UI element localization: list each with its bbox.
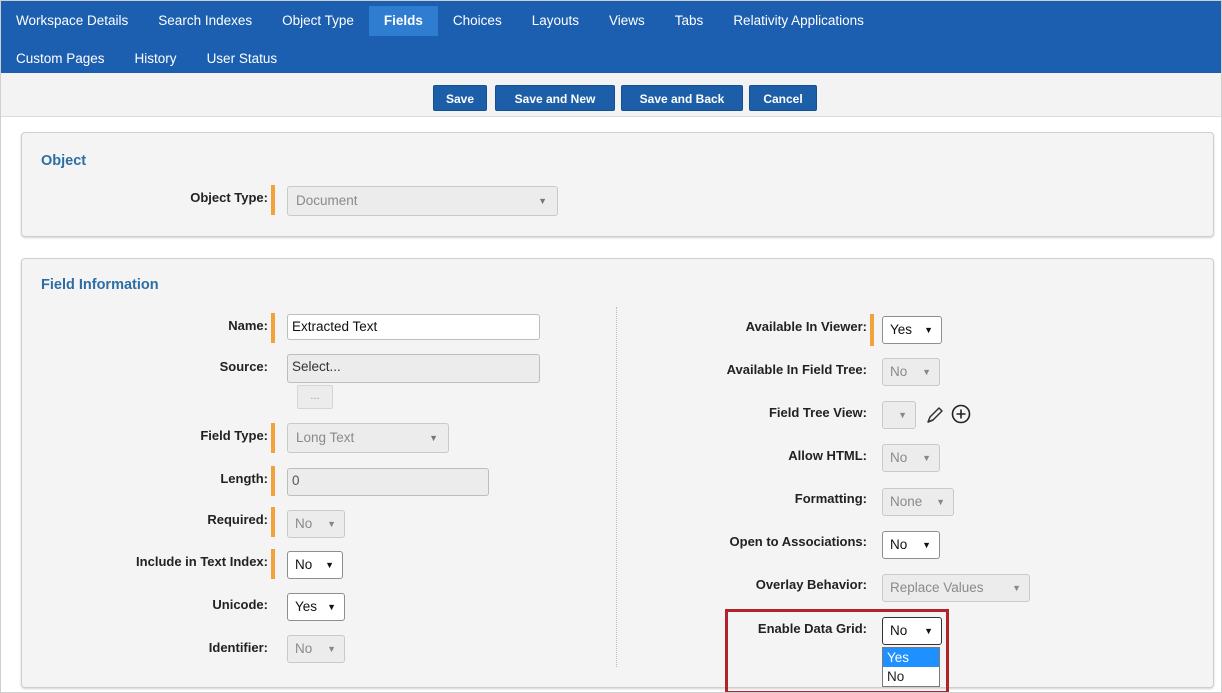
tab-layouts[interactable]: Layouts [517,6,594,36]
chevron-down-icon: ▼ [922,453,931,463]
allow-html-value: No [890,450,908,465]
chevron-down-icon: ▼ [924,325,933,335]
save-and-new-button[interactable]: Save and New [495,85,615,111]
required-value: No [295,516,313,531]
overlay-behavior-label: Overlay Behavior: [755,577,867,592]
column-divider [616,307,617,667]
allow-html-label: Allow HTML: [788,448,867,463]
chevron-down-icon: ▼ [327,644,336,654]
open-to-associations-select[interactable]: No ▼ [882,531,940,559]
nav-row-1: Workspace Details Search Indexes Object … [1,6,879,36]
required-marker [271,466,275,496]
highlight-annotation [725,609,949,692]
available-in-viewer-label: Available In Viewer: [745,319,867,334]
field-type-label: Field Type: [200,428,268,443]
source-label: Source: [219,359,268,374]
length-label: Length: [220,471,268,486]
source-field: Select... [287,354,540,383]
chevron-down-icon: ▼ [429,433,438,443]
available-in-viewer-select[interactable]: Yes ▼ [882,316,942,344]
field-information-panel: Field Information Name: Extracted Text S… [21,258,1214,688]
chevron-down-icon: ▼ [538,196,547,206]
include-text-index-label: Include in Text Index: [136,554,268,569]
required-marker [271,507,275,537]
field-type-value: Long Text [296,430,355,445]
allow-html-select: No ▼ [882,444,940,472]
identifier-label: Identifier: [208,640,268,655]
chevron-down-icon: ▼ [327,602,336,612]
chevron-down-icon: ▼ [1012,583,1021,593]
tab-views[interactable]: Views [594,6,660,36]
required-label: Required: [207,512,268,527]
required-marker [271,313,275,343]
page-frame: Workspace Details Search Indexes Object … [0,0,1222,693]
unicode-value: Yes [295,599,318,614]
object-type-label: Object Type: [190,190,268,205]
required-select: No ▼ [287,510,345,538]
unicode-label: Unicode: [212,597,268,612]
field-tree-view-select: ▼ [882,401,916,429]
object-panel: Object Object Type: Document ▼ [21,132,1214,237]
formatting-value: None [890,494,923,509]
unicode-select[interactable]: Yes ▼ [287,593,345,621]
add-circle-icon[interactable] [950,403,972,425]
length-field: 0 [287,468,489,496]
cancel-button[interactable]: Cancel [749,85,817,111]
open-to-associations-label: Open to Associations: [729,534,867,549]
formatting-label: Formatting: [794,491,867,506]
chevron-down-icon: ▼ [922,540,931,550]
field-type-select: Long Text ▼ [287,423,449,453]
identifier-value: No [295,641,313,656]
object-type-value: Document [296,193,358,208]
object-panel-title: Object [41,153,87,169]
required-marker [870,314,874,346]
pencil-icon[interactable] [924,404,946,426]
required-marker [271,549,275,579]
action-bar: Save Save and New Save and Back Cancel [1,73,1221,117]
available-in-viewer-value: Yes [890,322,913,337]
chevron-down-icon: ▼ [898,410,907,420]
field-information-title: Field Information [41,277,159,293]
overlay-behavior-select: Replace Values ▼ [882,574,1030,602]
save-and-back-button[interactable]: Save and Back [621,85,743,111]
required-marker [271,185,275,215]
formatting-select: None ▼ [882,488,954,516]
source-browse-button[interactable]: ... [297,385,333,409]
open-to-associations-value: No [890,537,908,552]
top-nav: Workspace Details Search Indexes Object … [1,1,1221,74]
chevron-down-icon: ▼ [325,560,334,570]
identifier-select: No ▼ [287,635,345,663]
include-text-index-select[interactable]: No ▼ [287,551,343,579]
tab-workspace-details[interactable]: Workspace Details [1,6,143,36]
available-in-field-tree-value: No [890,364,908,379]
name-label: Name: [228,318,268,333]
required-marker [271,423,275,453]
overlay-behavior-value: Replace Values [890,580,984,595]
chevron-down-icon: ▼ [922,367,931,377]
object-type-select[interactable]: Document ▼ [287,186,558,216]
name-input[interactable]: Extracted Text [287,314,540,340]
available-in-field-tree-select: No ▼ [882,358,940,386]
include-text-index-value: No [295,557,313,572]
tab-choices[interactable]: Choices [438,6,517,36]
chevron-down-icon: ▼ [327,519,336,529]
tab-object-type[interactable]: Object Type [267,6,369,36]
tab-search-indexes[interactable]: Search Indexes [143,6,267,36]
field-tree-view-label: Field Tree View: [768,405,867,420]
tab-tabs[interactable]: Tabs [660,6,719,36]
available-in-field-tree-label: Available In Field Tree: [726,362,867,377]
tab-user-status[interactable]: User Status [192,44,293,74]
tab-history[interactable]: History [120,44,192,74]
save-button[interactable]: Save [433,85,487,111]
tab-relativity-applications[interactable]: Relativity Applications [718,6,879,36]
tab-custom-pages[interactable]: Custom Pages [1,44,120,74]
tab-fields[interactable]: Fields [368,6,438,36]
chevron-down-icon: ▼ [936,497,945,507]
nav-row-2: Custom Pages History User Status [1,44,292,74]
